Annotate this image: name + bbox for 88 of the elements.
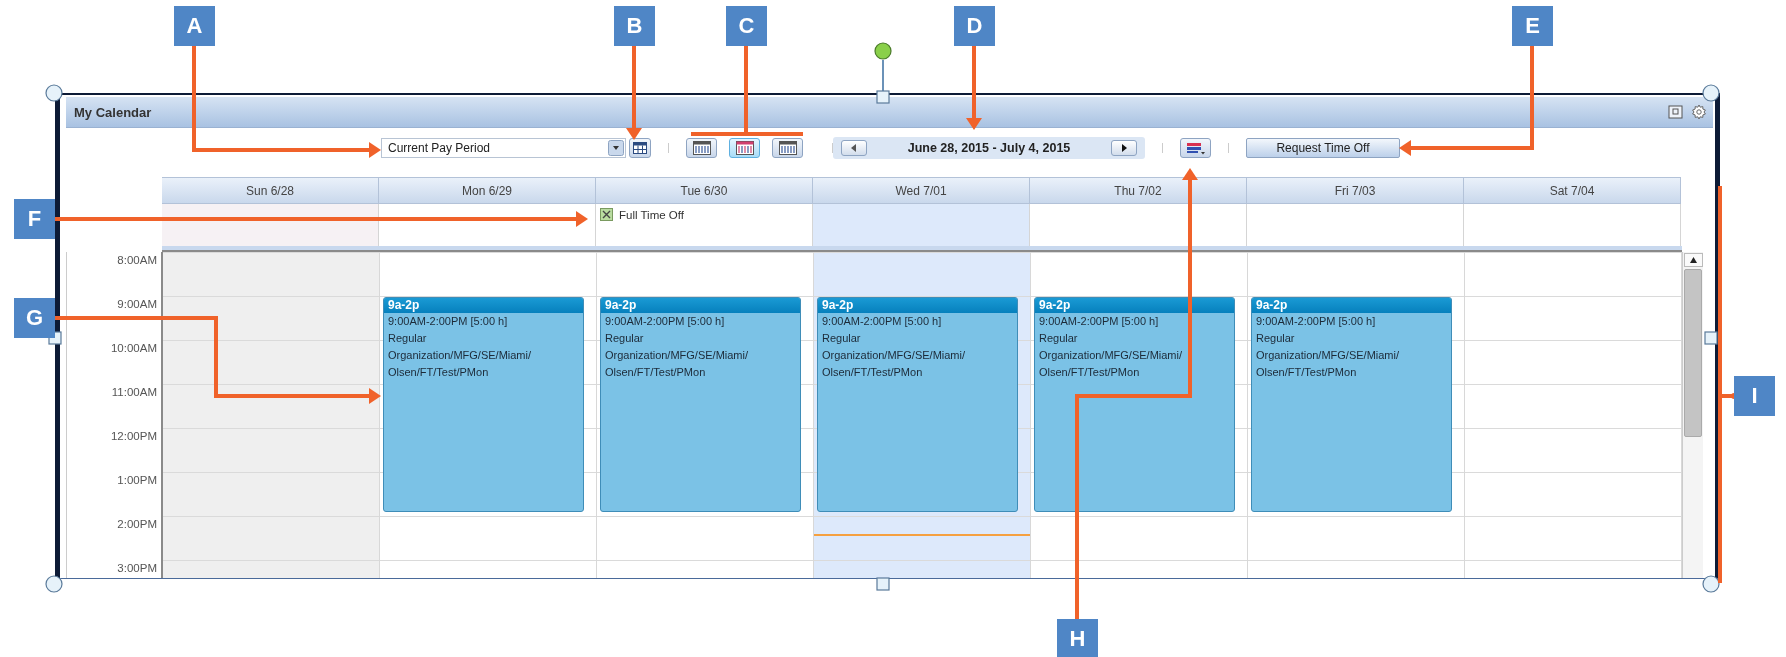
shift-event[interactable]: 9a-2p 9:00AM-2:00PM [5:00 h] Regular Organization/MFG/SE/Miami/ Olsen/FT/Test/PMon [600,297,801,512]
day-header: Tue 6/30 [596,177,813,204]
date-range: June 28, 2015 - July 4, 2015 [907,141,1071,155]
callout-label: F [14,199,55,239]
day-header: Thu 7/02 [1030,177,1247,204]
resize-handle[interactable] [45,84,63,102]
day-header: Sat 7/04 [1464,177,1681,204]
resize-handle[interactable] [876,577,890,591]
callout-label: A [174,6,215,46]
event-detail: Olsen/FT/Test/PMon [821,365,924,380]
calendar-icon [692,141,711,155]
shift-event[interactable]: 9a-2p 9:00AM-2:00PM [5:00 h] Regular Organization/MFG/SE/Miami/ Olsen/FT/Test/PMon [1251,297,1452,512]
day-header: Wed 7/01 [813,177,1030,204]
event-detail: 9:00AM-2:00PM [5:00 h] [821,314,943,329]
table-icon [633,142,647,154]
time-label: 3:00PM [117,562,157,574]
previous-button[interactable] [841,140,867,156]
day-header: Sun 6/28 [162,177,379,204]
request-time-off-button[interactable]: Request Time Off [1246,138,1400,158]
event-detail: Olsen/FT/Test/PMon [1038,365,1141,380]
calendar-icon [735,141,754,155]
next-button[interactable] [1111,140,1137,156]
calendar-view-button[interactable] [772,138,803,158]
scroll-up-icon[interactable] [1683,253,1703,267]
event-detail: Regular [821,331,862,346]
event-title: 9a-2p [384,298,583,313]
event-detail: Organization/MFG/SE/Miami/ [604,348,750,363]
event-detail: Regular [1038,331,1079,346]
day-header: Mon 6/29 [379,177,596,204]
event-detail: Organization/MFG/SE/Miami/ [821,348,967,363]
callout-label: E [1512,6,1553,46]
event-detail: Olsen/FT/Test/PMon [387,365,490,380]
settings-icon[interactable] [1691,104,1707,120]
event-detail: Organization/MFG/SE/Miami/ [1038,348,1184,363]
window-icon[interactable] [1668,105,1683,119]
calendar-view-button[interactable] [729,138,760,158]
resize-handle[interactable] [1702,84,1720,102]
time-label: 2:00PM [117,518,157,530]
right-arrow-icon [1121,144,1127,152]
callout-label: B [614,6,655,46]
event-title: 9a-2p [818,298,1017,313]
event-detail: Olsen/FT/Test/PMon [1255,365,1358,380]
left-arrow-icon [851,144,857,152]
event-title: 9a-2p [1252,298,1451,313]
calendar-view-button[interactable] [686,138,717,158]
shift-event[interactable]: 9a-2p 9:00AM-2:00PM [5:00 h] Regular Organization/MFG/SE/Miami/ Olsen/FT/Test/PMon [383,297,584,512]
time-label: 10:00AM [110,342,157,354]
table-view-button[interactable] [629,138,651,158]
event-detail: Regular [1255,331,1296,346]
time-label: 12:00PM [110,430,157,442]
event-detail: 9:00AM-2:00PM [5:00 h] [604,314,726,329]
color-bars-icon [1185,141,1206,155]
callout-label: G [14,298,55,338]
time-label: 1:00PM [117,474,157,486]
resize-handle[interactable] [1704,331,1718,345]
resize-handle[interactable] [876,90,890,104]
day-header: Fri 7/03 [1247,177,1464,204]
event-detail: Organization/MFG/SE/Miami/ [1255,348,1401,363]
event-detail: Organization/MFG/SE/Miami/ [387,348,533,363]
caret-icon[interactable] [608,140,624,156]
event-detail: Olsen/FT/Test/PMon [604,365,707,380]
event-title: 9a-2p [1035,298,1234,313]
event-detail: Regular [387,331,428,346]
event-detail: 9:00AM-2:00PM [5:00 h] [1255,314,1377,329]
event-detail: 9:00AM-2:00PM [5:00 h] [387,314,509,329]
legend-button[interactable] [1180,138,1211,158]
all-day-event[interactable]: Full Time Off [619,208,684,221]
time-label: 9:00AM [117,298,157,310]
scrollbar[interactable] [1682,252,1703,578]
resize-handle[interactable] [1702,575,1720,593]
time-label: 11:00AM [111,386,157,398]
time-label: 8:00AM [117,254,157,266]
event-detail: 9:00AM-2:00PM [5:00 h] [1038,314,1160,329]
event-title: 9a-2p [601,298,800,313]
callout-label: C [726,6,767,46]
shift-event[interactable]: 9a-2p 9:00AM-2:00PM [5:00 h] Regular Organization/MFG/SE/Miami/ Olsen/FT/Test/PMon [817,297,1018,512]
calendar-icon [778,141,797,155]
period-dropdown[interactable]: Current Pay Period [381,138,626,158]
rotate-handle[interactable] [874,42,892,92]
callout-label: H [1057,619,1098,657]
callout-label: D [954,6,995,46]
shift-event[interactable]: 9a-2p 9:00AM-2:00PM [5:00 h] Regular Organization/MFG/SE/Miami/ Olsen/FT/Test/PMon [1034,297,1235,512]
callout-label: I [1734,376,1775,416]
scroll-thumb[interactable] [1684,269,1702,437]
event-detail: Regular [604,331,645,346]
window-title: My Calendar [74,104,152,120]
time-off-icon [600,208,613,221]
resize-handle[interactable] [45,575,63,593]
